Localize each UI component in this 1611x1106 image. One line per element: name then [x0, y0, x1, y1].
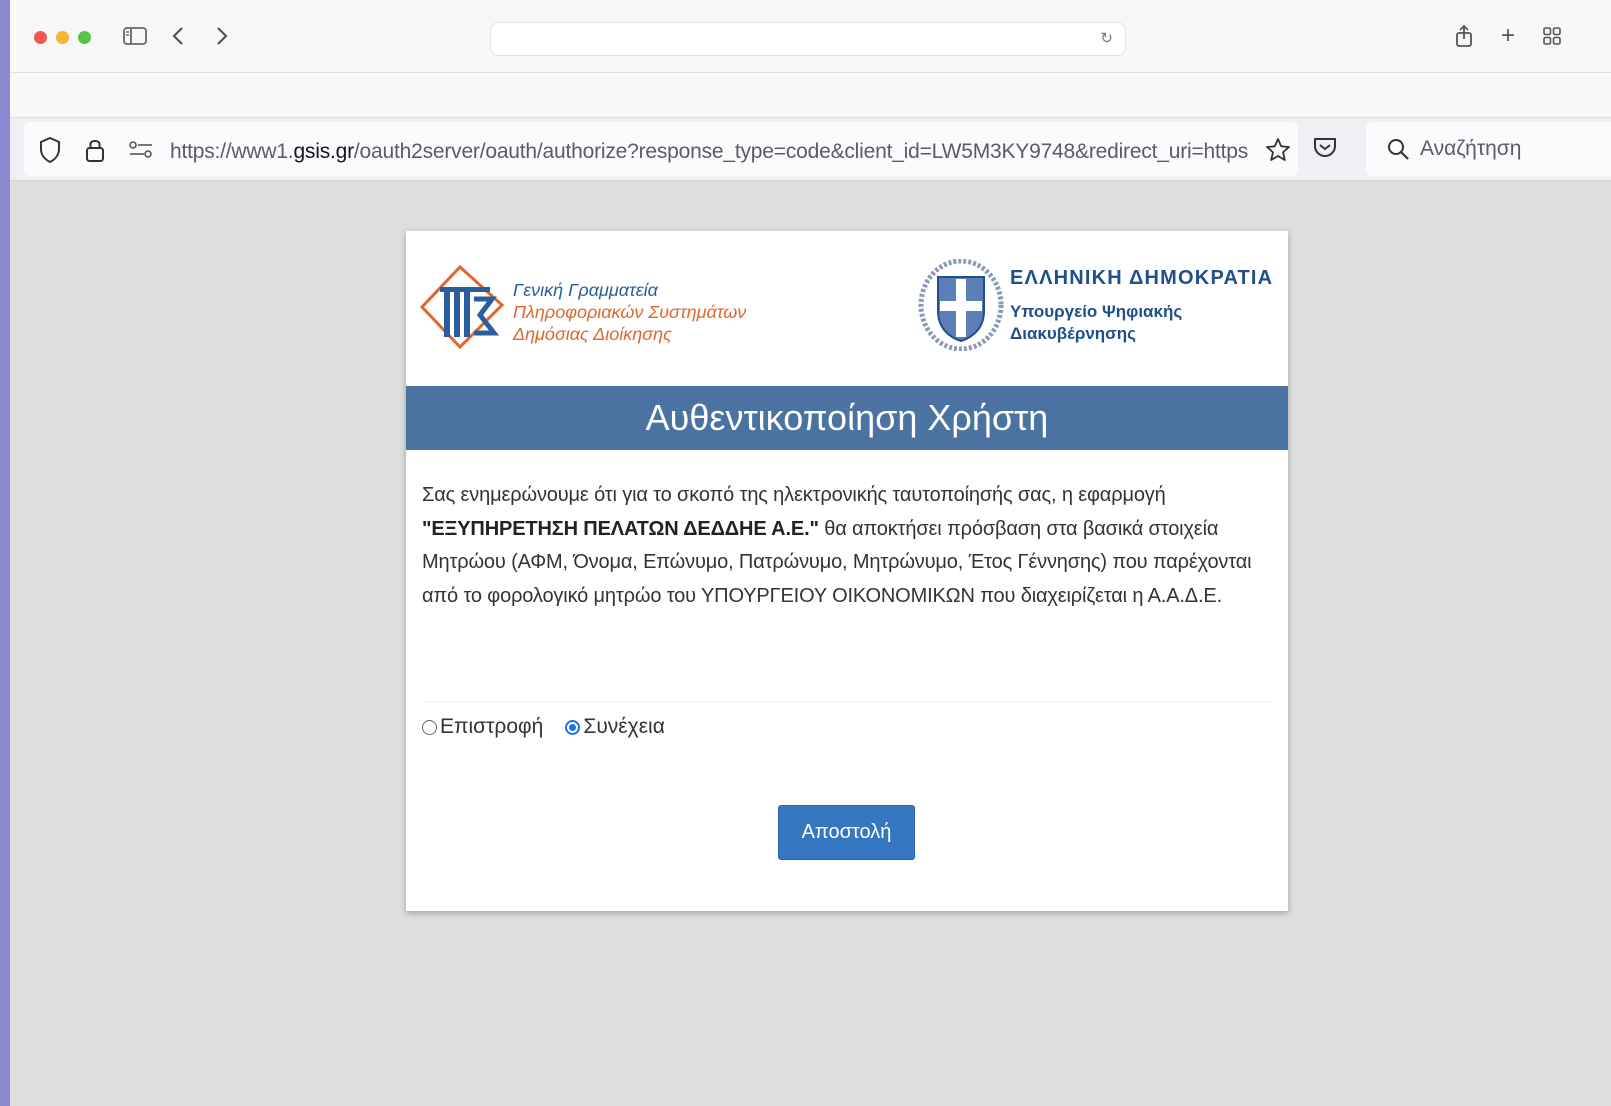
gsis-logo: Γενική Γραμματεία Πληροφοριακών Συστημάτ…: [418, 261, 798, 361]
consent-options: Επιστροφή Συνέχεια: [422, 715, 687, 739]
gsis-title: Γενική Γραμματεία Πληροφοριακών Συστημάτ…: [513, 279, 746, 345]
pocket-icon[interactable]: [1312, 134, 1338, 165]
gsis-emblem-icon: [419, 264, 505, 350]
continue-radio-option[interactable]: Συνέχεια: [565, 715, 665, 739]
republic-title: ΕΛΛΗΝΙΚΗ ΔΗΜΟΚΡΑΤΙΑ: [1010, 267, 1274, 289]
traffic-lights: [34, 31, 91, 44]
minimize-window-button[interactable]: [56, 31, 69, 44]
back-radio-button[interactable]: [422, 719, 437, 735]
ministry-name: Υπουργείο Ψηφιακής Διακυβέρνησης: [1010, 301, 1182, 345]
info-text-part-1: Σας ενημερώνουμε ότι για το σκοπό της ηλ…: [422, 484, 1166, 506]
lock-icon[interactable]: [84, 136, 106, 169]
gsis-line-1: Γενική Γραμματεία: [513, 280, 658, 300]
hellenic-republic-logo: ΕΛΛΗΝΙΚΗ ΔΗΜΟΚΡΑΤΙΑ Υπουργείο Ψηφιακής Δ…: [918, 259, 1284, 359]
forward-chevron-icon[interactable]: [212, 22, 232, 50]
share-icon[interactable]: [1452, 22, 1476, 50]
url-path: /oauth2server/oauth/authorize?response_t…: [353, 140, 1249, 163]
bookmark-star-icon[interactable]: [1264, 136, 1292, 169]
back-radio-label: Επιστροφή: [440, 715, 544, 738]
ministry-line-2: Διακυβέρνησης: [1010, 324, 1137, 343]
url-text[interactable]: https://www1.gsis.gr/oauth2server/oauth/…: [170, 140, 1250, 164]
tab-strip: [10, 73, 1611, 117]
back-chevron-icon[interactable]: [168, 22, 188, 50]
gsis-line-2: Πληροφοριακών Συστημάτων: [513, 302, 747, 322]
browser-window: ↻ + https://www1.gsis.gr/oauth2server/oa…: [10, 0, 1611, 1106]
search-icon: [1386, 137, 1410, 166]
authentication-card: Γενική Γραμματεία Πληροφοριακών Συστημάτ…: [406, 231, 1288, 911]
continue-radio-button[interactable]: [565, 719, 581, 735]
gsis-line-3: Δημόσιας Διοίκησης: [513, 324, 672, 344]
tab-overview-icon[interactable]: [1540, 22, 1564, 50]
continue-radio-label: Συνέχεια: [583, 715, 665, 738]
new-tab-plus-icon[interactable]: +: [1496, 22, 1520, 50]
url-prefix: https://www1.: [170, 140, 294, 163]
smart-search-field[interactable]: ↻: [490, 22, 1126, 56]
page-title: Αυθεντικοποίηση Χρήστη: [406, 386, 1288, 450]
sidebar-toggle-icon[interactable]: [120, 22, 150, 50]
consent-info-text: Σας ενημερώνουμε ότι για το σκοπό της ηλ…: [422, 479, 1282, 613]
tracking-protection-shield-icon[interactable]: [38, 136, 62, 169]
permissions-icon[interactable]: [128, 140, 154, 165]
ministry-line-1: Υπουργείο Ψηφιακής: [1010, 302, 1183, 321]
reload-icon[interactable]: ↻: [1100, 29, 1113, 47]
close-window-button[interactable]: [34, 31, 47, 44]
search-input[interactable]: Αναζήτηση: [1366, 122, 1611, 176]
url-domain: gsis.gr: [293, 140, 354, 163]
application-name: "ΕΞΥΠΗΡΕΤΗΣΗ ΠΕΛΑΤΩΝ ΔΕΔΔΗΕ Α.Ε.": [422, 517, 819, 540]
submit-button[interactable]: Αποστολή: [778, 805, 915, 860]
search-placeholder: Αναζήτηση: [1420, 137, 1522, 160]
zoom-window-button[interactable]: [78, 31, 91, 44]
url-bar[interactable]: https://www1.gsis.gr/oauth2server/oauth/…: [24, 122, 1298, 176]
window-toolbar: ↻ +: [10, 0, 1611, 73]
back-radio-option[interactable]: Επιστροφή: [422, 715, 543, 739]
greek-coat-of-arms-icon: [918, 259, 1004, 351]
divider: [422, 701, 1272, 702]
